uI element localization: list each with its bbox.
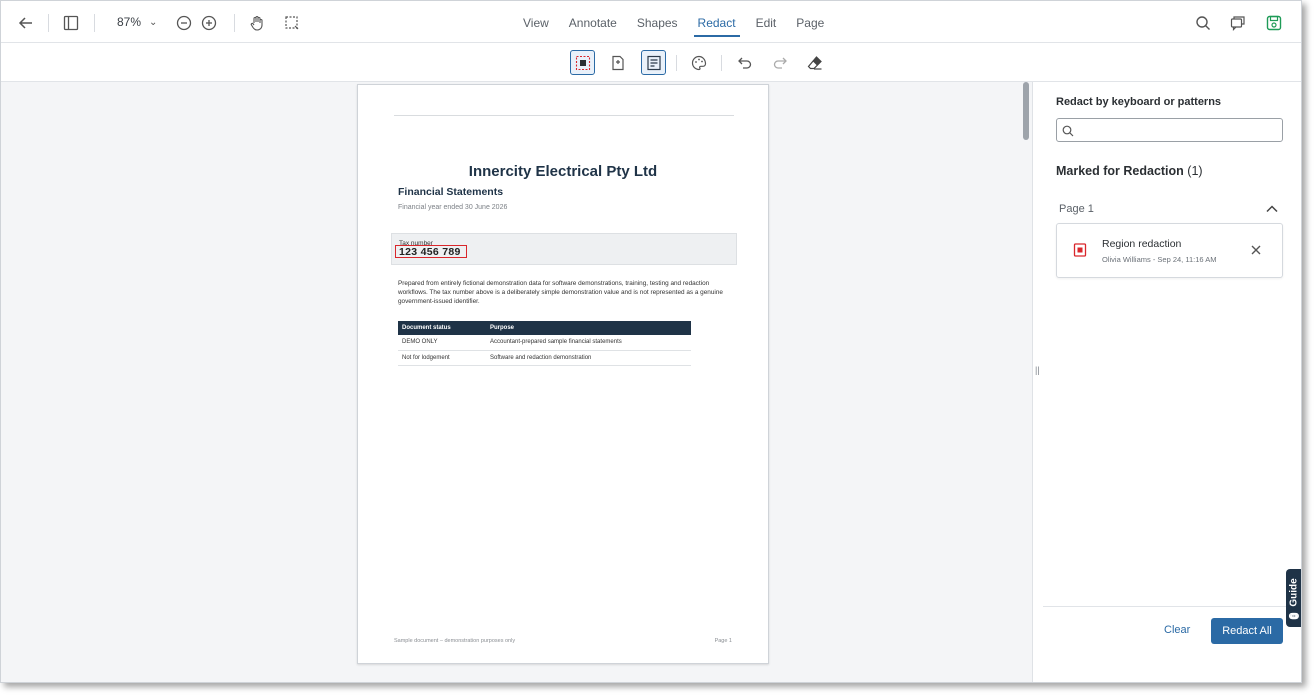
table-cell: Accountant-prepared sample financial sta… — [486, 335, 691, 351]
table-row: DEMO ONLY Accountant-prepared sample fin… — [398, 335, 691, 351]
redo-icon[interactable] — [767, 50, 792, 75]
drag-grip-icon: || — [1035, 365, 1040, 375]
tab-shapes[interactable]: Shapes — [627, 1, 688, 43]
redact-page-icon[interactable] — [605, 50, 630, 75]
redaction-region-marker[interactable] — [395, 245, 467, 258]
document-year: Financial year ended 30 June 2026 — [398, 204, 508, 211]
divider — [676, 55, 677, 71]
undo-icon[interactable] — [732, 50, 757, 75]
redaction-item-card[interactable]: Region redaction Olivia Williams - Sep 2… — [1056, 223, 1283, 278]
back-arrow-icon[interactable] — [14, 11, 38, 35]
pan-hand-icon[interactable] — [245, 11, 269, 35]
mode-tabs: View Annotate Shapes Redact Edit Page — [513, 1, 834, 43]
zoom-out-icon[interactable] — [172, 11, 196, 35]
document-viewport[interactable]: Innercity Electrical Pty Ltd Financial S… — [1, 82, 1032, 682]
pattern-search-input[interactable] — [1077, 121, 1277, 139]
comments-icon[interactable] — [1226, 11, 1250, 35]
zoom-value: 87% — [117, 15, 142, 29]
table-cell: DEMO ONLY — [398, 335, 486, 351]
redaction-item-meta: Olivia Williams - Sep 24, 11:16 AM — [1102, 255, 1217, 264]
search-icon[interactable] — [1191, 11, 1215, 35]
eraser-icon[interactable] — [802, 50, 827, 75]
page-footer-note: Sample document – demonstration purposes… — [394, 638, 516, 644]
tab-redact[interactable]: Redact — [688, 1, 746, 43]
status-table: Document status Purpose DEMO ONLY Accoun… — [398, 321, 691, 366]
panel-heading: Redact by keyboard or patterns — [1056, 96, 1222, 108]
divider — [94, 14, 95, 32]
guide-logo-icon: ↈ — [1289, 611, 1299, 621]
marked-count: (1) — [1187, 164, 1203, 178]
table-header: Purpose — [486, 321, 691, 335]
divider — [48, 14, 49, 32]
sidebar-toggle-icon[interactable] — [59, 11, 83, 35]
tab-view[interactable]: View — [513, 1, 559, 43]
panel-resize-handle[interactable]: || — [1032, 82, 1043, 682]
tab-page[interactable]: Page — [786, 1, 834, 43]
main-toolbar: 87% ⌄ View Annotate Shapes Redact Edit P… — [1, 1, 1301, 43]
marquee-select-icon[interactable] — [280, 11, 304, 35]
document-title: Innercity Electrical Pty Ltd — [468, 163, 658, 180]
chevron-down-icon: ⌄ — [149, 16, 158, 28]
table-cell: Software and redaction demonstration — [486, 350, 691, 366]
guide-tab[interactable]: Guide ↈ — [1286, 569, 1301, 627]
marked-for-redaction-title: Marked for Redaction (1) — [1056, 164, 1203, 178]
save-icon[interactable] — [1262, 11, 1286, 35]
close-icon[interactable] — [1249, 243, 1263, 257]
clear-button[interactable]: Clear — [1164, 624, 1190, 636]
panel-footer-divider — [1043, 606, 1301, 607]
header-rule — [394, 115, 734, 116]
redaction-item-title: Region redaction — [1102, 238, 1182, 250]
redact-all-button[interactable]: Redact All — [1211, 618, 1283, 644]
document-page: Innercity Electrical Pty Ltd Financial S… — [357, 84, 769, 664]
table-header-row: Document status Purpose — [398, 321, 691, 335]
page-group-label: Page 1 — [1059, 203, 1094, 215]
zoom-select[interactable]: 87% ⌄ — [117, 15, 157, 29]
pattern-search-field[interactable] — [1056, 118, 1283, 142]
redact-region-icon[interactable] — [570, 50, 595, 75]
redaction-panel: Redact by keyboard or patterns Marked fo… — [1043, 82, 1301, 682]
table-row: Not for lodgement Software and redaction… — [398, 350, 691, 366]
region-redaction-icon — [1073, 243, 1087, 262]
divider — [721, 55, 722, 71]
zoom-in-icon[interactable] — [197, 11, 221, 35]
tab-annotate[interactable]: Annotate — [559, 1, 627, 43]
divider — [234, 14, 235, 32]
redact-toolbar — [1, 43, 1301, 82]
table-cell: Not for lodgement — [398, 350, 486, 366]
palette-icon[interactable] — [686, 50, 711, 75]
document-subtitle: Financial Statements — [398, 186, 504, 198]
page-number: Page 1 — [714, 638, 732, 644]
guide-label: Guide — [1288, 578, 1300, 607]
tab-edit[interactable]: Edit — [746, 1, 787, 43]
chevron-up-icon[interactable] — [1264, 201, 1280, 217]
redact-text-icon[interactable] — [641, 50, 666, 75]
table-header: Document status — [398, 321, 486, 335]
app-window: 87% ⌄ View Annotate Shapes Redact Edit P… — [0, 0, 1302, 683]
vertical-scrollbar[interactable] — [1023, 82, 1029, 140]
document-paragraph: Prepared from entirely fictional demonst… — [398, 280, 723, 305]
search-icon — [1062, 124, 1074, 142]
